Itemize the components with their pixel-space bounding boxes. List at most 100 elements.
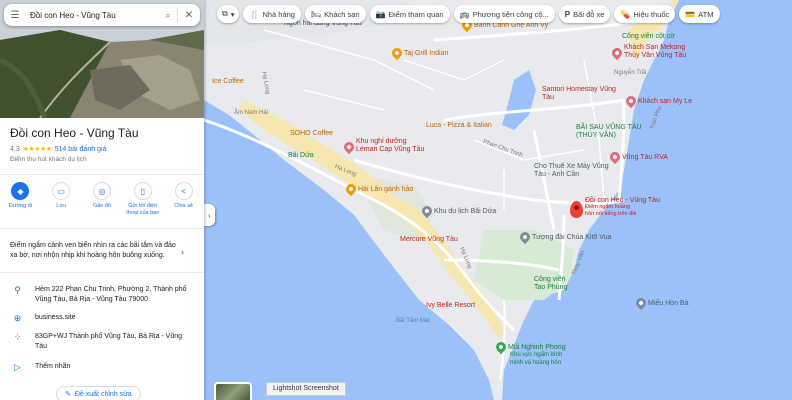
hotel-pin-icon [609, 45, 625, 61]
map-pin[interactable]: Mercure Vũng Tàu [400, 236, 458, 244]
globe-icon: ⊕ [13, 313, 22, 323]
layers-button[interactable]: ⧉ ▾ [217, 5, 240, 23]
label-icon: ▷ [14, 362, 21, 372]
close-icon[interactable]: ✕ [178, 10, 200, 21]
website-row[interactable]: ⊕ business.site [0, 313, 204, 324]
filter-chips: ⧉ ▾ 🍴 Nhà hàng 🛏 Khách sạn 📷 Điểm tham quan … [217, 5, 720, 23]
park-pin-icon [493, 339, 509, 355]
collapse-panel-button[interactable]: ‹ [204, 204, 215, 226]
chip-parking[interactable]: P Bãi đỗ xe [558, 5, 611, 23]
map-pin[interactable]: Khu du lịch Bãi Dứa [419, 203, 496, 219]
chevron-right-icon[interactable]: › [181, 247, 184, 257]
send-to-phone-button[interactable]: ▯ Gửi tới điện thoại của bạn [126, 182, 160, 228]
map-pin[interactable]: Ivy Belle Resort [426, 302, 475, 310]
map-pin[interactable]: Santori Homestay Vũng Tàu [542, 86, 616, 102]
website-text: business.site [35, 314, 76, 321]
search-bar[interactable]: ☰ Đồi con Heo - Vũng Tàu ⌕ ✕ [4, 4, 200, 26]
map-pin[interactable]: Bãi Dứa [288, 152, 314, 160]
restaurant-icon: 🍴 [249, 9, 260, 19]
search-input[interactable]: Đồi con Heo - Vũng Tàu [26, 11, 159, 20]
map-pin[interactable]: Khu nghỉ dưỡng Léman Cap Vũng Tàu [341, 138, 428, 155]
chip-attractions[interactable]: 📷 Điểm tham quan [369, 5, 450, 23]
hotel-pin-icon [341, 139, 357, 155]
map-canvas[interactable]: Hạ Long Hạ Long Hạ Long Thùy Vân Phan Ch… [204, 0, 792, 400]
road-label: Nguyễn Trãi [614, 70, 647, 76]
pencil-icon: ✎ [65, 391, 71, 398]
map-pin[interactable]: Khách Sạn Mekong Thủy Vân Vũng Tàu [609, 44, 694, 61]
share-icon: < [174, 182, 193, 200]
chevron-down-icon: ▾ [230, 9, 235, 19]
selected-place-marker[interactable]: Đồi con Heo - Vũng Tàu Điểm ngắm hoàng h… [570, 197, 660, 218]
map-pin[interactable]: SOHO Coffee [290, 130, 333, 138]
place-category[interactable]: Điểm thu hút khách du lịch [10, 156, 87, 163]
pluscode-row[interactable]: ⁘ 83GP+WJ Thành phố Vũng Tàu, Bà Rịa - V… [0, 332, 204, 352]
parking-icon: P [564, 9, 571, 19]
save-button[interactable]: ▭ Lưu [44, 182, 78, 228]
area-label: Âm Nam Hải [234, 110, 269, 116]
chip-atm[interactable]: 💳 ATM [679, 5, 720, 23]
tooltip: Lightshot Screenshot [266, 382, 346, 396]
add-label-row[interactable]: ▷ Thêm nhãn [0, 362, 204, 373]
rating-row: 4,3 ★★★★★ 514 bài đánh giá [10, 145, 107, 154]
add-label-text: Thêm nhãn [35, 363, 71, 370]
place-description[interactable]: Điểm ngắm cảnh ven biển nhìn ra các bãi … [10, 241, 180, 261]
hotel-pin-icon [607, 149, 623, 165]
attraction-pin-icon [517, 229, 533, 245]
address-row[interactable]: ⚲ Hẻm 222 Phan Chu Trinh, Phường 2, Thàn… [0, 285, 204, 305]
chevron-left-icon: ‹ [208, 210, 211, 220]
hotel-pin-icon [623, 93, 639, 109]
place-title: Đồi con Heo - Vũng Tàu [10, 126, 139, 140]
water-label: Bãi Tắm Mai [396, 318, 430, 324]
action-bar: ◆ Đường đi ▭ Lưu ◎ Gần đó ▯ Gửi tới điện… [0, 174, 204, 229]
place-panel: ☰ Đồi con Heo - Vũng Tàu ⌕ ✕ Đồi con Heo… [0, 0, 204, 400]
map-pin[interactable]: Luca - Pizza & Italian [426, 122, 492, 130]
chip-hotels[interactable]: 🛏 Khách sạn [304, 5, 366, 23]
nearby-icon: ◎ [92, 182, 111, 200]
map-pin[interactable]: Taj Grill Indian [389, 45, 448, 61]
map-pin[interactable]: Khu vực ngắm bình minh và hoàng hôn [510, 351, 570, 367]
map-pin[interactable]: BÃI SAU VŨNG TÀU (THÙY VÂN) [576, 124, 656, 140]
directions-icon: ◆ [11, 182, 30, 200]
map-pin[interactable]: Cho Thuê Xe Máy Vũng Tàu - Anh Cần [534, 163, 612, 179]
transit-icon: 🚌 [459, 9, 470, 19]
attraction-pin-icon [419, 203, 435, 219]
map-pin[interactable]: Tượng đài Chúa Kitô Vua [517, 229, 611, 245]
map-pin[interactable]: Công viên Tao Phùng [534, 276, 574, 292]
pluscode-icon: ⁘ [13, 332, 22, 342]
pharmacy-icon: 💊 [620, 9, 631, 19]
map-pin[interactable]: Công viên cột cờ [622, 33, 675, 41]
bookmark-icon: ▭ [52, 182, 71, 200]
map-pin[interactable]: Vũng Tàu RVA [607, 149, 668, 165]
selected-place-label: Đồi con Heo - Vũng Tàu Điểm ngắm hoàng h… [585, 197, 660, 217]
location-icon: ⚲ [14, 285, 21, 295]
atm-icon: 💳 [685, 9, 696, 19]
map-pin[interactable]: Ice Coffee [212, 78, 244, 86]
map-base [204, 0, 679, 400]
share-button[interactable]: < Chia sẻ [167, 182, 201, 228]
location-pin-icon [570, 201, 583, 218]
search-icon[interactable]: ⌕ [159, 10, 177, 21]
map-pin[interactable]: Khách sạn My Le [623, 93, 692, 109]
reviews-link[interactable]: 514 bài đánh giá [55, 146, 107, 153]
chip-transit[interactable]: 🚌 Phương tiện công cộ... [453, 5, 555, 23]
map-pin[interactable]: Miếu Hòn Bà [633, 295, 688, 311]
layers-thumbnail[interactable] [214, 382, 252, 400]
food-pin-icon [343, 181, 359, 197]
pluscode-text: 83GP+WJ Thành phố Vũng Tàu, Bà Rịa - Vũn… [35, 333, 183, 350]
food-pin-icon [389, 45, 405, 61]
directions-button[interactable]: ◆ Đường đi [3, 182, 37, 228]
chip-pharmacy[interactable]: 💊 Hiệu thuốc [614, 5, 676, 23]
phone-icon: ▯ [133, 182, 152, 200]
maps-app: Hạ Long Hạ Long Hạ Long Thùy Vân Phan Ch… [0, 0, 792, 400]
hotel-icon: 🛏 [310, 9, 322, 19]
divider [0, 272, 204, 273]
map-pin[interactable]: Hải Lân gánh hảo [343, 181, 413, 197]
place-photo[interactable]: ☰ Đồi con Heo - Vũng Tàu ⌕ ✕ [0, 0, 204, 118]
chip-restaurants[interactable]: 🍴 Nhà hàng [243, 5, 301, 23]
nearby-button[interactable]: ◎ Gần đó [85, 182, 119, 228]
star-icon: ★★★★★ [22, 146, 52, 153]
layers-icon: ⧉ [222, 9, 228, 18]
attraction-icon: 📷 [375, 9, 386, 19]
suggest-edit-button[interactable]: ✎ Đề xuất chỉnh sửa [56, 386, 141, 400]
menu-icon[interactable]: ☰ [4, 10, 26, 21]
